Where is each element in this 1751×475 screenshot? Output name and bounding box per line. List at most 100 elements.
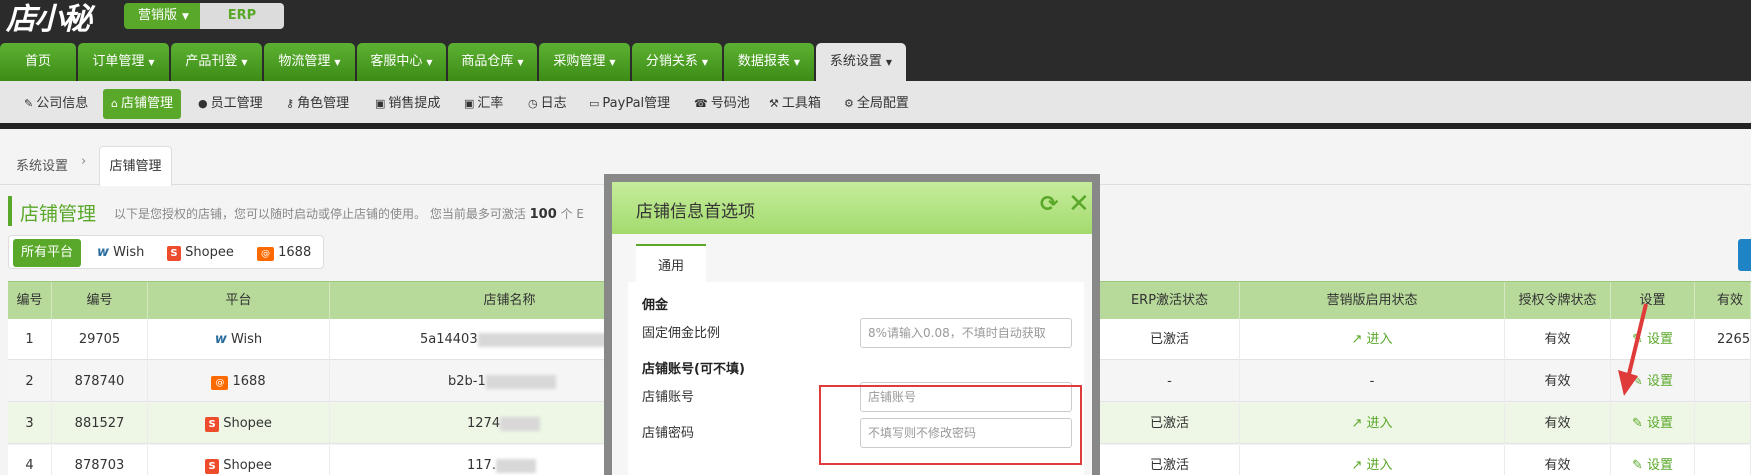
erp-button[interactable]: ERP <box>200 3 284 29</box>
redacted-text <box>500 416 541 431</box>
commission-input[interactable] <box>860 318 1072 348</box>
settings-link[interactable]: 设置 <box>1647 416 1673 431</box>
redacted-text <box>485 374 556 389</box>
col-header-index: 编号 <box>8 282 52 320</box>
subnav-label: 汇率 <box>477 96 504 111</box>
highlight-box <box>819 385 1082 465</box>
nav-tab-warehouse[interactable]: 商品仓库 ▼ <box>448 43 537 81</box>
close-icon[interactable]: ✕ <box>1068 191 1092 217</box>
cell-erp-status: 已激活 <box>1100 445 1240 475</box>
store-password-label: 店铺密码 <box>642 426 695 441</box>
subnav-label: 店铺管理 <box>120 96 173 111</box>
cell-settings[interactable]: ✎ 设置 <box>1611 445 1695 475</box>
nav-tab-label: 数据报表 <box>737 54 790 69</box>
money-icon: ▣ <box>464 97 475 110</box>
subnav-label: 角色管理 <box>297 96 350 111</box>
cell-id: 878703 <box>52 445 148 475</box>
external-link-icon: ↗ <box>1351 458 1363 473</box>
caret-down-icon: ▼ <box>609 58 616 67</box>
col-header-platform: 平台 <box>148 282 330 320</box>
nav-tab-service[interactable]: 客服中心 ▼ <box>357 43 446 81</box>
filter-all-platforms[interactable]: 所有平台 <box>13 239 82 267</box>
title-accent-bar <box>8 196 12 226</box>
nav-tab-reports[interactable]: 数据报表 ▼ <box>724 43 814 81</box>
cell-platform: w Wish <box>148 319 330 360</box>
nav-tab-listing[interactable]: 产品刊登 ▼ <box>171 43 262 81</box>
external-link-icon: ↗ <box>1351 332 1363 347</box>
subnav-company-info[interactable]: ✎ 公司信息 <box>20 89 88 119</box>
cell-settings[interactable]: ✎ 设置 <box>1611 403 1695 444</box>
breadcrumb-root[interactable]: 系统设置 <box>16 155 68 174</box>
nav-tab-orders[interactable]: 订单管理 ▼ <box>78 43 169 81</box>
edit-icon: ✎ <box>1631 416 1643 431</box>
subnav-label: 工具箱 <box>781 96 821 111</box>
subnav-global-config[interactable]: ⚙ 全局配置 <box>840 89 909 119</box>
section-store-account: 店铺账号(可不填) <box>642 362 745 377</box>
action-button-partial[interactable] <box>1738 239 1751 271</box>
main-nav: 首页 订单管理 ▼ 产品刊登 ▼ 物流管理 ▼ 客服中心 ▼ 商品仓库 ▼ 采购管理 ▼ 分… <box>0 43 1751 81</box>
chevron-right-icon: › <box>81 154 87 169</box>
store-name: b2b-1 <box>448 374 486 389</box>
nav-tab-label: 采购管理 <box>553 54 606 69</box>
nav-tab-distribution[interactable]: 分销关系 ▼ <box>632 43 722 81</box>
col-header-id: 编号 <box>52 282 148 320</box>
platform-name: Wish <box>230 332 263 347</box>
edit-icon: ✎ <box>24 97 34 110</box>
user-icon: ● <box>198 97 208 110</box>
subnav-role-management[interactable]: ⚷ 角色管理 <box>282 89 349 119</box>
cell-valid <box>1695 361 1751 402</box>
cell-index: 4 <box>8 445 52 475</box>
nav-tab-logistics[interactable]: 物流管理 ▼ <box>264 43 355 81</box>
store-account-label: 店铺账号 <box>642 390 695 405</box>
cell-marketing-status: - <box>1240 361 1505 402</box>
col-header-token-status: 授权令牌状态 <box>1505 282 1611 320</box>
enter-link[interactable]: 进入 <box>1367 416 1393 431</box>
subnav-paypal[interactable]: ▭ PayPal管理 <box>585 89 670 119</box>
cell-erp-status: 已激活 <box>1100 403 1240 444</box>
nav-tab-purchase[interactable]: 采购管理 ▼ <box>539 43 630 81</box>
app-logo[interactable]: 店小秘 <box>6 0 92 38</box>
store-name: 1274 <box>467 416 501 431</box>
enter-link[interactable]: 进入 <box>1367 332 1393 347</box>
settings-link[interactable]: 设置 <box>1647 458 1673 473</box>
filter-label: Wish <box>113 245 145 260</box>
nav-tab-label: 订单管理 <box>92 54 145 69</box>
cell-id: 878740 <box>52 361 148 402</box>
nav-tab-settings[interactable]: 系统设置 ▼ <box>816 43 906 81</box>
caret-down-icon: ▼ <box>793 58 801 67</box>
caret-down-icon: ▼ <box>701 58 709 67</box>
subnav-toolbox[interactable]: ⚒ 工具箱 <box>765 89 821 119</box>
subnav-staff-management[interactable]: ● 员工管理 <box>194 89 263 119</box>
platform-name: Shopee <box>223 458 272 473</box>
cell-marketing-status[interactable]: ↗ 进入 <box>1240 445 1505 475</box>
subnav-log[interactable]: ◷ 日志 <box>524 89 567 119</box>
sub-nav: ✎ 公司信息 ⌂ 店铺管理 ● 员工管理 ⚷ 角色管理 ▣ 销售提成 ▣ 汇率 ◷ 日志 ▭ P… <box>0 81 1751 123</box>
activation-limit: 100 <box>529 207 557 222</box>
cell-marketing-status[interactable]: ↗ 进入 <box>1240 319 1505 360</box>
redacted-text <box>495 458 536 473</box>
subnav-exchange-rate[interactable]: ▣ 汇率 <box>460 89 503 119</box>
filter-shopee[interactable]: S Shopee <box>167 239 234 267</box>
cell-token-status: 有效 <box>1505 403 1611 444</box>
edition-dropdown[interactable]: 营销版 ▼ <box>124 3 200 29</box>
cell-id: 29705 <box>52 319 148 360</box>
caret-down-icon: ▼ <box>426 58 433 67</box>
subnav-number-pool[interactable]: ☎ 号码池 <box>690 89 750 119</box>
refresh-icon[interactable]: ⟳ <box>1040 193 1064 217</box>
subnav-sales-commission[interactable]: ▣ 销售提成 <box>371 89 440 119</box>
nav-tab-home[interactable]: 首页 <box>0 43 76 81</box>
filter-wish[interactable]: w Wish <box>97 239 144 267</box>
nav-tab-label: 分销关系 <box>645 54 698 69</box>
cell-marketing-status[interactable]: ↗ 进入 <box>1240 403 1505 444</box>
enter-link[interactable]: 进入 <box>1367 458 1393 473</box>
filter-1688[interactable]: @ 1688 <box>257 239 311 267</box>
nav-tab-label: 系统设置 <box>829 54 882 69</box>
tab-general[interactable]: 通用 <box>636 244 706 286</box>
cell-token-status: 有效 <box>1505 319 1611 360</box>
commission-label: 固定佣金比例 <box>642 326 721 341</box>
subnav-label: PayPal管理 <box>602 96 671 111</box>
subnav-store-management[interactable]: ⌂ 店铺管理 <box>103 89 181 119</box>
platform-name: 1688 <box>232 374 266 389</box>
col-header-valid: 有效 <box>1695 282 1751 320</box>
breadcrumb-current-tab[interactable]: 店铺管理 <box>99 146 172 186</box>
